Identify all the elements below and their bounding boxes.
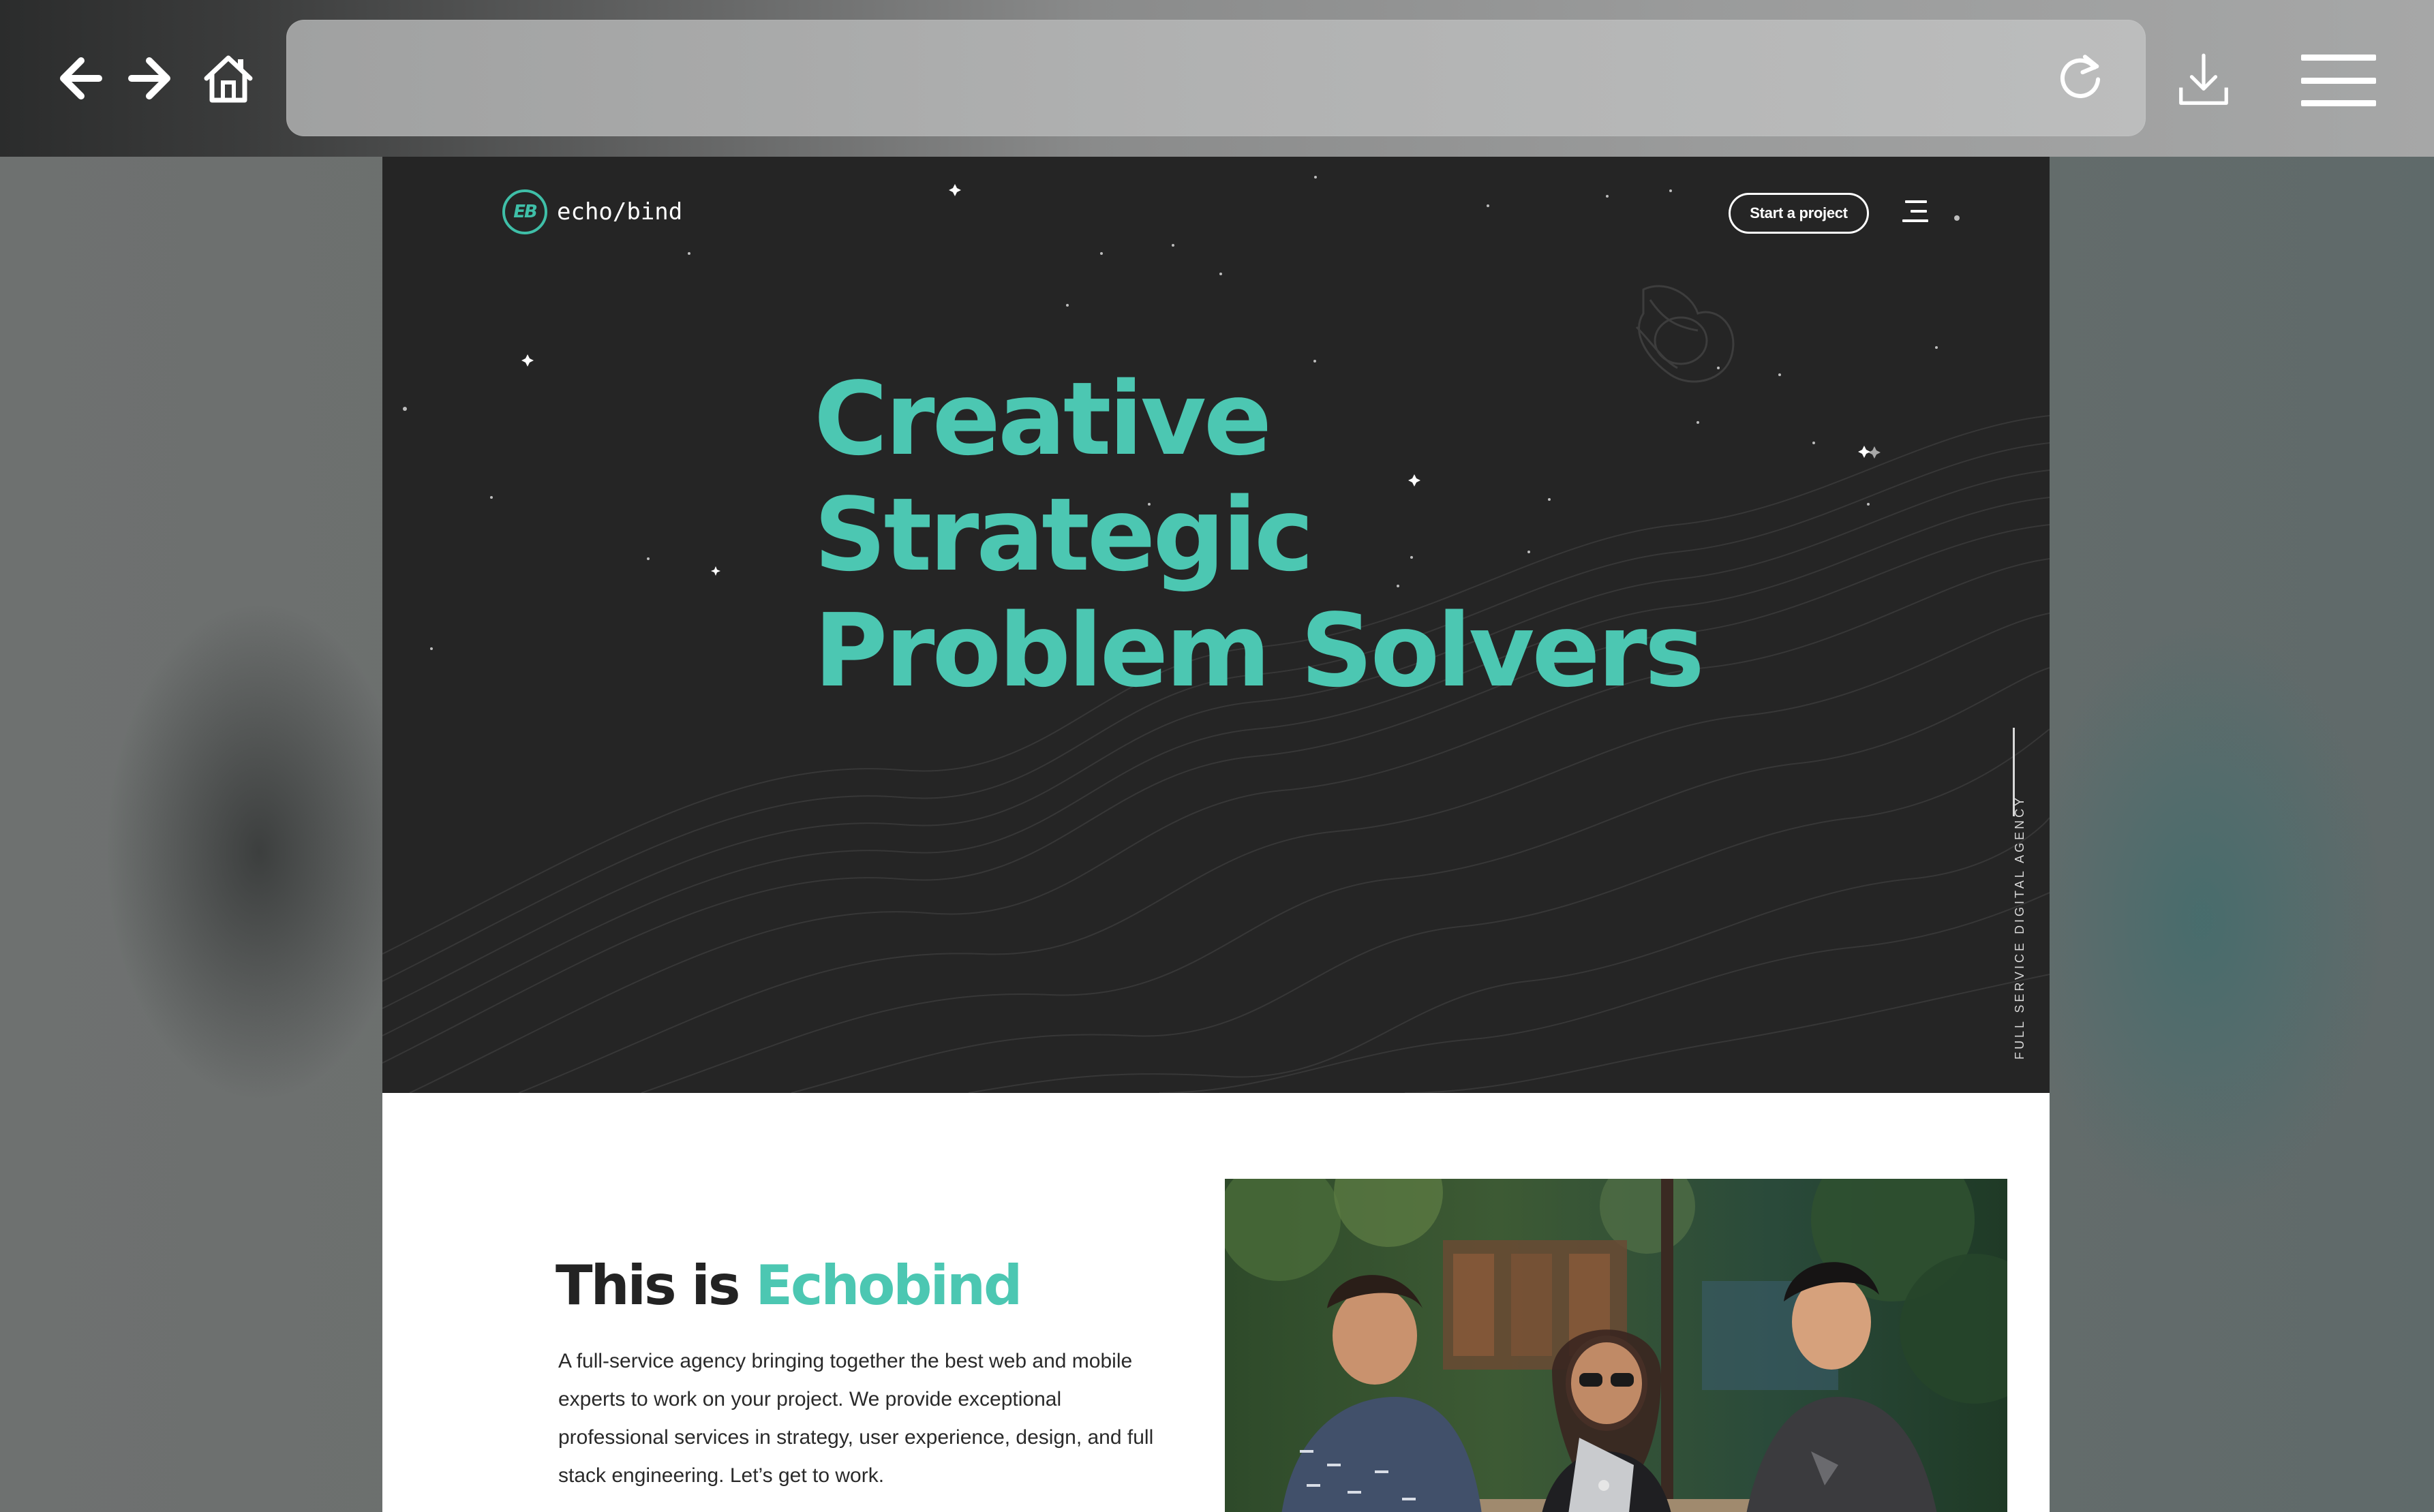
site-menu-button[interactable] [1902,200,1930,225]
back-button[interactable] [49,48,110,109]
hero-line: Creative [814,360,1272,478]
arrow-left-icon [60,57,102,99]
hero-line: Problem Solvers [814,592,1705,709]
logo-text: echo/bind [557,198,683,226]
about-heading-accent: Echobind [755,1254,1022,1317]
side-tagline: FULL SERVICE DIGITAL AGENCY [2013,794,2026,1060]
about-description: A full-service agency bringing together … [558,1350,1154,1487]
about-heading-prefix: This is [556,1254,756,1317]
arrow-right-icon [128,57,170,99]
hero-line: Strategic [814,476,1314,593]
forward-button[interactable] [120,48,181,109]
team-photo [1225,1179,2007,1512]
site-logo[interactable]: EB echo/bind [502,189,682,234]
home-button[interactable] [198,48,259,109]
menu-bar [2301,100,2376,106]
browser-menu-button[interactable] [2301,55,2376,106]
address-input[interactable] [320,47,2013,110]
about-heading: This is Echobind [556,1254,1022,1317]
hero-headline: Creative Strategic Problem Solvers [814,360,1705,709]
browser-toolbar [0,0,2434,157]
team-photo-illustration [1225,1179,2007,1512]
menu-bar [2301,77,2376,84]
address-bar[interactable] [286,20,2146,136]
download-button[interactable] [2171,48,2236,113]
website-viewport: EB echo/bind Start a project Creative St… [382,157,2050,1512]
site-menu-bar [1905,200,1927,203]
menu-bar [2301,55,2376,61]
home-icon [204,55,253,103]
hero-section: EB echo/bind Start a project Creative St… [382,157,2050,1093]
site-menu-bar [1902,219,1928,222]
site-menu-bar [1911,210,1927,213]
download-icon [2179,53,2228,105]
logo-mark-icon: EB [502,189,547,234]
reload-icon [2060,55,2101,98]
start-project-button[interactable]: Start a project [1729,193,1869,234]
reload-button[interactable] [2049,46,2112,108]
